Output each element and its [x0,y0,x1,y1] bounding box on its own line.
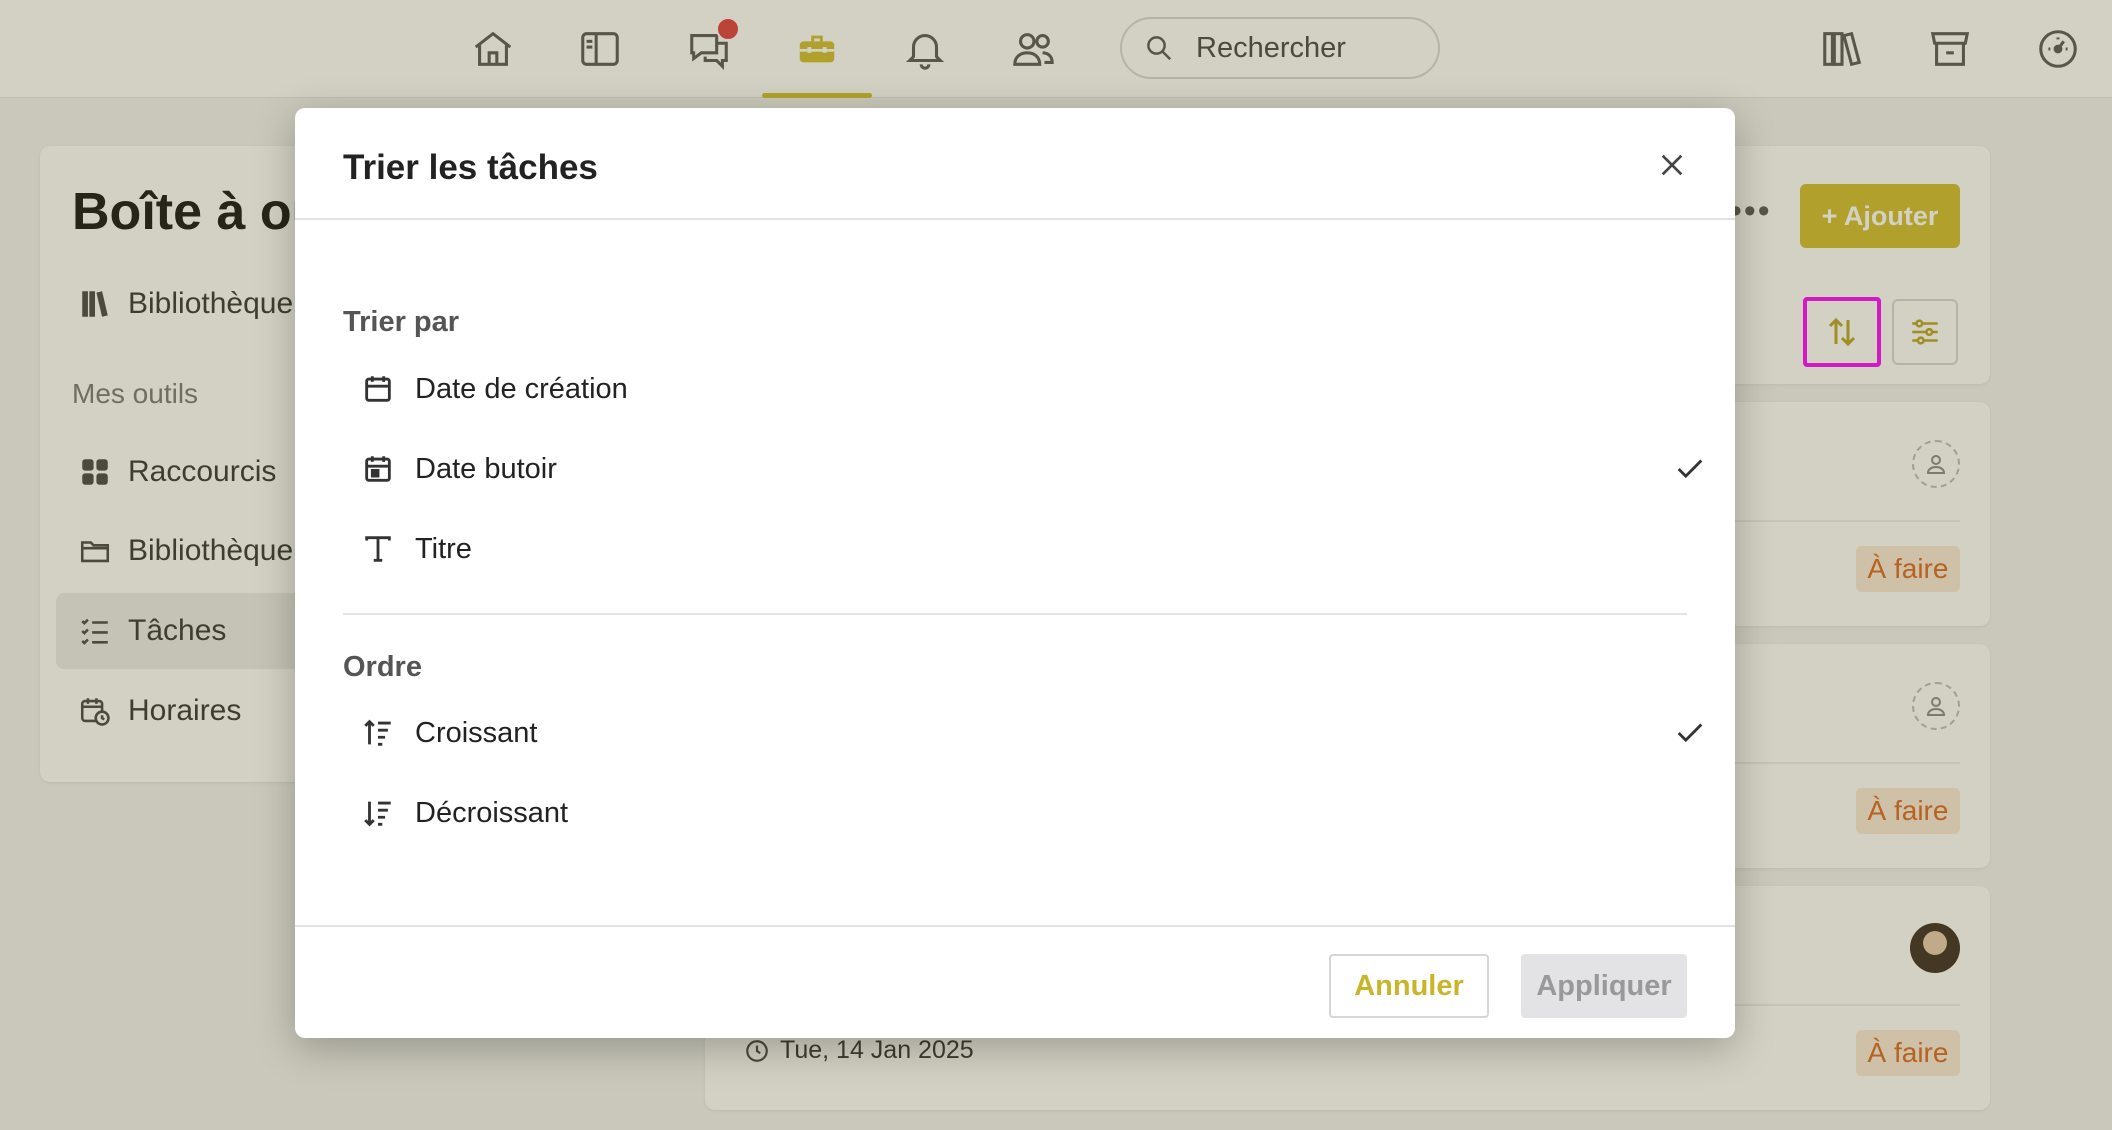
order-option-ascending[interactable]: Croissant [343,700,1703,766]
dialog-header: Trier les tâches [295,108,1735,220]
close-button[interactable] [1655,148,1689,182]
dialog-title: Trier les tâches [343,148,598,187]
sort-descending-icon [361,796,395,830]
order-option-descending[interactable]: Décroissant [343,780,1687,846]
option-label: Décroissant [415,796,569,829]
close-icon [1661,154,1683,176]
apply-button[interactable]: Appliquer [1521,954,1687,1018]
text-icon [361,532,395,566]
sort-by-label: Trier par [343,306,460,338]
option-label: Date butoir [415,452,557,485]
calendar-icon [361,372,395,406]
option-label: Titre [415,532,472,565]
option-label: Croissant [415,716,538,749]
calendar-event-icon [361,452,395,486]
sort-tasks-dialog: Trier les tâches Trier par Date de créat… [295,108,1735,1038]
check-icon [1677,459,1703,479]
dialog-footer: Annuler Appliquer [295,925,1735,1038]
section-divider [343,613,1687,615]
order-label: Ordre [343,651,422,683]
sort-option-created-date[interactable]: Date de création [343,356,1687,422]
sort-option-due-date[interactable]: Date butoir [343,436,1703,502]
sort-option-title[interactable]: Titre [343,516,1687,582]
cancel-button[interactable]: Annuler [1329,954,1489,1018]
sort-ascending-icon [361,716,395,750]
option-label: Date de création [415,372,628,405]
check-icon [1677,723,1703,743]
